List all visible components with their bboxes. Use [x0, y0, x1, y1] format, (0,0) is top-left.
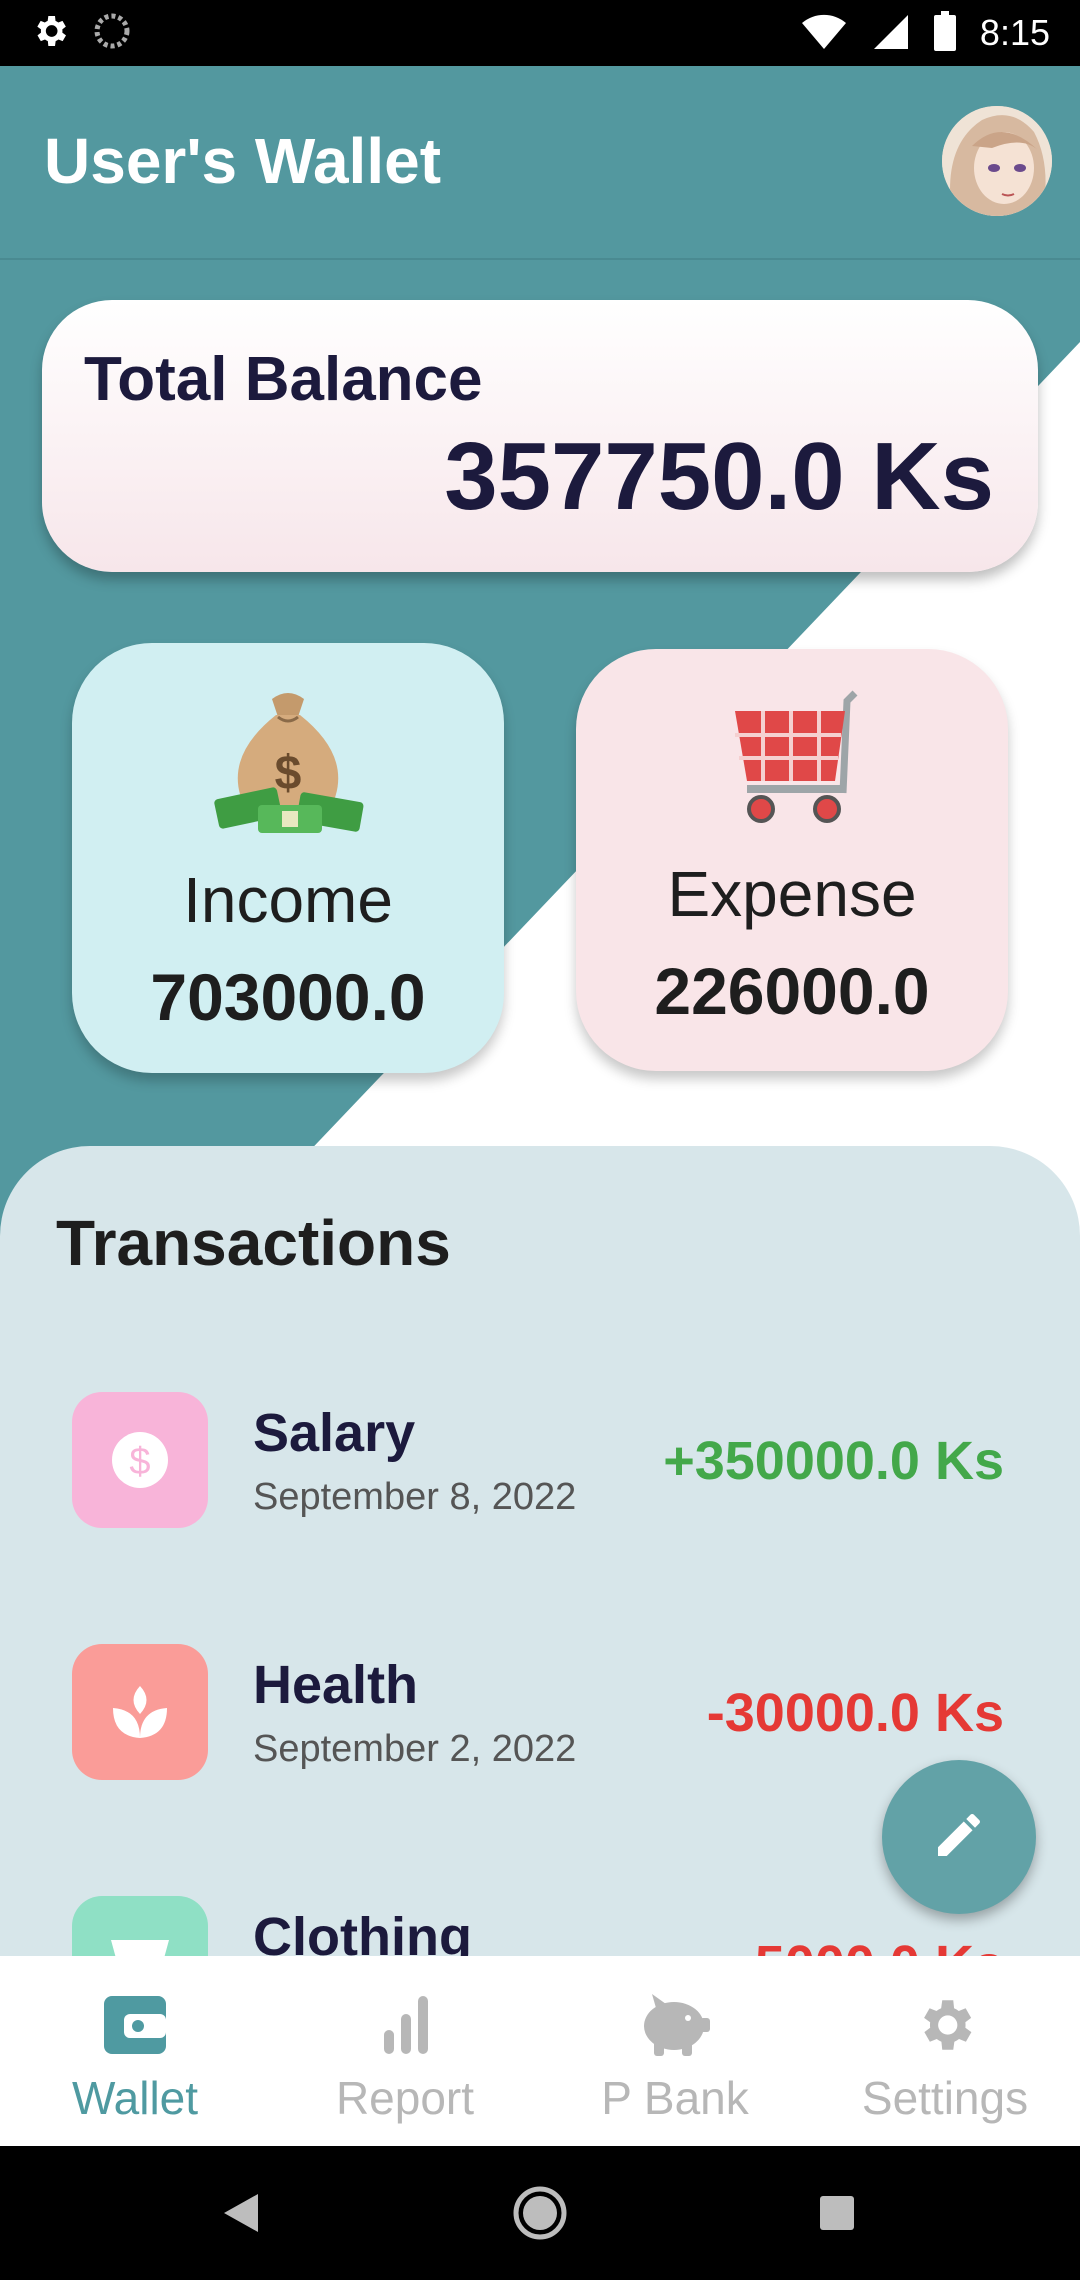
- recents-icon[interactable]: [820, 2196, 854, 2230]
- transaction-date: September 8, 2022: [253, 1476, 577, 1518]
- nav-item-settings[interactable]: Settings: [810, 1956, 1080, 2146]
- loading-status-icon: [92, 11, 132, 56]
- svg-text:$: $: [129, 1441, 150, 1483]
- app-title: User's Wallet: [44, 125, 441, 197]
- piggy-bank-icon: [638, 1992, 712, 2063]
- transaction-amount: -30000.0 Ks: [706, 1683, 1004, 1743]
- edit-fab-button[interactable]: [882, 1760, 1036, 1914]
- lotus-icon: [72, 1644, 208, 1780]
- total-balance-value: 357750.0 Ks: [444, 423, 994, 530]
- transactions-title: Transactions: [56, 1207, 451, 1279]
- transaction-date: September 2, 2022: [253, 1728, 577, 1770]
- income-value: 703000.0: [150, 960, 426, 1034]
- app-bar: User's Wallet: [0, 66, 1080, 260]
- signal-icon: [870, 11, 910, 56]
- nav-label-pbank: P Bank: [601, 2072, 749, 2124]
- expense-value: 226000.0: [654, 954, 930, 1028]
- battery-icon: [932, 10, 958, 56]
- settings-status-icon: [30, 11, 70, 56]
- shopping-cart-icon: [717, 685, 867, 840]
- status-time: 8:15: [979, 12, 1050, 53]
- nav-label-report: Report: [335, 2072, 475, 2124]
- dollar-icon: $: [72, 1392, 208, 1528]
- expense-label: Expense: [667, 858, 917, 930]
- income-card[interactable]: $ Income 703000.0: [72, 643, 504, 1073]
- expense-card[interactable]: Expense 226000.0: [576, 649, 1008, 1071]
- transaction-row-health[interactable]: Health September 2, 2022 -30000.0 Ks: [0, 1644, 1080, 1784]
- nav-item-report[interactable]: Report: [270, 1956, 540, 2146]
- transaction-amount: +350000.0 Ks: [663, 1431, 1004, 1491]
- svg-text:$: $: [275, 747, 302, 800]
- gear-icon: [910, 1992, 980, 2063]
- bottom-nav: Wallet Report P Bank Settings: [0, 1956, 1080, 2146]
- transaction-row-salary[interactable]: $ Salary September 8, 2022 +350000.0 Ks: [0, 1392, 1080, 1532]
- avatar[interactable]: [942, 106, 1052, 216]
- pencil-icon: [931, 1807, 987, 1868]
- money-bag-icon: $: [208, 681, 368, 846]
- nav-item-pbank[interactable]: P Bank: [540, 1956, 810, 2146]
- wallet-icon: [100, 1992, 170, 2063]
- wifi-icon: [800, 11, 848, 56]
- nav-item-wallet[interactable]: Wallet: [0, 1956, 270, 2146]
- back-icon[interactable]: [224, 2194, 258, 2232]
- transaction-name: Salary: [253, 1403, 416, 1463]
- home-icon[interactable]: [513, 2186, 567, 2240]
- total-balance-label: Total Balance: [84, 345, 483, 414]
- system-nav-bar: [0, 2146, 1080, 2280]
- income-label: Income: [183, 864, 393, 936]
- status-bar: 8:15: [0, 0, 1080, 66]
- transaction-name: Health: [253, 1655, 419, 1715]
- bar-chart-icon: [370, 1992, 440, 2063]
- nav-label-settings: Settings: [861, 2072, 1029, 2124]
- total-balance-card: Total Balance 357750.0 Ks: [42, 300, 1038, 572]
- nav-label-wallet: Wallet: [71, 2072, 199, 2124]
